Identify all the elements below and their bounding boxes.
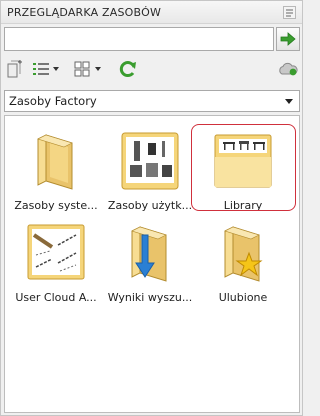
source-select-value: Zasoby Factory [9, 94, 97, 108]
search-results-folder-icon [131, 226, 167, 282]
thumbnail-view-button[interactable] [74, 58, 101, 80]
go-button[interactable] [276, 27, 300, 51]
user-resources-folder-icon [121, 132, 179, 190]
tile-label: User Cloud A... [15, 291, 97, 304]
new-folder-icon [7, 60, 22, 78]
tile-library[interactable]: Library [196, 128, 290, 220]
tile-search-results[interactable]: Wyniki wyszu... [103, 220, 197, 312]
search-row [4, 27, 300, 51]
favorites-folder-icon [224, 226, 263, 282]
list-view-button[interactable] [32, 58, 59, 80]
toolbar [4, 58, 300, 82]
collapse-panel-icon[interactable] [283, 6, 296, 19]
panel-header: PRZEGLĄDARKA ZASOBÓW [1, 1, 302, 24]
tile-label: Wyniki wyszu... [107, 291, 193, 304]
tile-favorites[interactable]: Ulubione [196, 220, 290, 312]
library-folder-icon [214, 134, 272, 188]
source-select[interactable]: Zasoby Factory [4, 90, 300, 112]
arrow-right-icon [280, 32, 296, 46]
cloud-status[interactable] [278, 58, 298, 80]
chevron-down-icon [95, 67, 101, 71]
refresh-icon [119, 61, 136, 78]
refresh-button[interactable] [118, 58, 138, 80]
panel-title: PRZEGLĄDARKA ZASOBÓW [7, 5, 162, 19]
tile-system-resources[interactable]: Zasoby syste... [9, 128, 103, 220]
chevron-down-icon [53, 67, 59, 71]
user-cloud-folder-icon [27, 224, 85, 280]
cloud-icon [279, 62, 298, 76]
search-input[interactable] [4, 27, 274, 51]
tile-label: Zasoby użytk... [107, 199, 193, 212]
thumbnail-view-icon [74, 61, 90, 77]
tile-user-resources[interactable]: Zasoby użytk... [103, 128, 197, 220]
list-view-icon [33, 63, 49, 75]
tile-label: Zasoby syste... [14, 199, 98, 212]
resource-browser-panel: PRZEGLĄDARKA ZASOBÓW Zasoby Factory Zaso… [0, 0, 303, 416]
tile-label: Library [223, 199, 263, 212]
tile-user-cloud[interactable]: User Cloud A... [9, 220, 103, 312]
resource-grid: Zasoby syste... Zasoby użytk... Library … [4, 115, 300, 413]
chevron-down-icon [285, 99, 293, 104]
tile-label: Ulubione [218, 291, 268, 304]
new-folder-button[interactable] [6, 58, 24, 80]
system-folder-icon [37, 134, 73, 190]
